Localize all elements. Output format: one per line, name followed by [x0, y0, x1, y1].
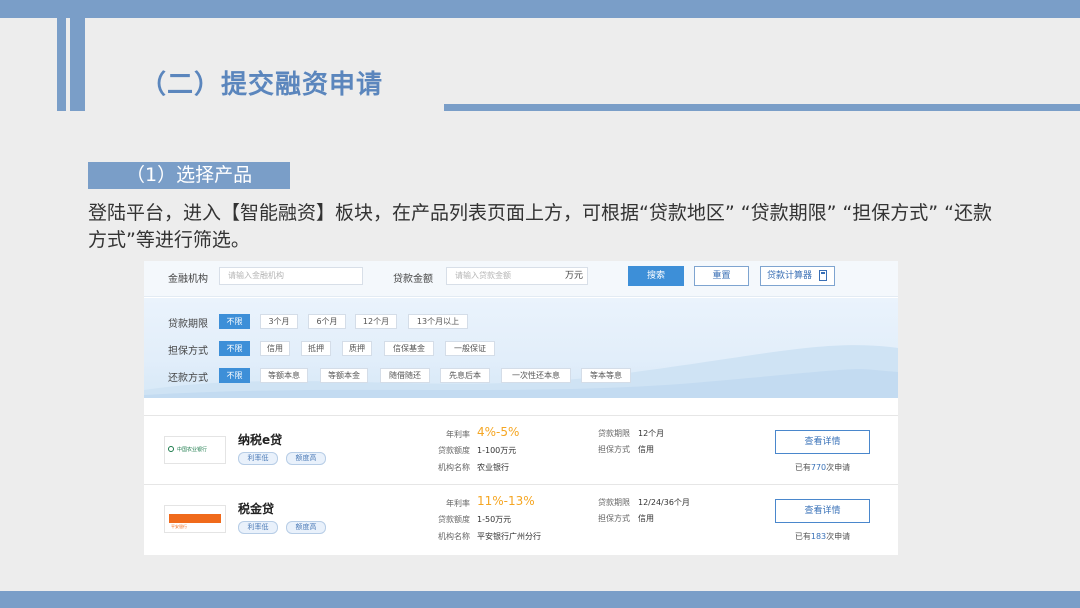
repayment-option[interactable]: 等额本金 — [320, 368, 368, 383]
repayment-option[interactable]: 随借随还 — [380, 368, 430, 383]
calculator-icon — [819, 270, 827, 281]
guarantee-option[interactable]: 不限 — [219, 341, 250, 356]
title-decor-stripe — [57, 18, 66, 111]
term-label: 贷款期限 — [598, 498, 630, 507]
top-decor-bar — [0, 0, 1080, 18]
bank-logo-text: 中国农业银行 — [177, 447, 208, 453]
filter-area: 贷款期限 不限 3个月 6个月 12个月 13个月以上 担保方式 不限 信用 抵… — [144, 298, 898, 398]
amount-value: 1-100万元 — [477, 446, 517, 455]
bank-logo: 中国农业银行 — [164, 436, 226, 464]
abc-logo-icon — [168, 446, 174, 452]
amount-placeholder: 请输入贷款金额 — [455, 271, 511, 280]
product-screenshot-panel: 金融机构 请输入金融机构 贷款金额 请输入贷款金额 万元 搜索 重置 贷款计算器… — [144, 261, 898, 555]
institution-input[interactable]: 请输入金融机构 — [219, 267, 363, 285]
term-option[interactable]: 6个月 — [308, 314, 346, 329]
product-tag: 利率低 — [238, 521, 278, 534]
guarantee-value: 信用 — [638, 514, 654, 523]
institution-label: 金融机构 — [168, 274, 208, 285]
org-value: 农业银行 — [477, 463, 509, 472]
title-underline — [444, 104, 1080, 111]
product-name: 纳税e贷 — [238, 433, 283, 447]
step-description: 登陆平台，进入【智能融资】板块，在产品列表页面上方，可根据“贷款地区” “贷款期… — [88, 202, 993, 251]
guarantee-option[interactable]: 抵押 — [301, 341, 331, 356]
amount-input[interactable]: 请输入贷款金额 万元 — [446, 267, 588, 285]
product-tag: 额度高 — [286, 452, 326, 465]
repayment-option[interactable]: 一次性还本息 — [501, 368, 571, 383]
bank-logo-text: 平安银行 — [171, 524, 187, 529]
guarantee-label: 担保方式 — [598, 445, 630, 454]
org-label: 机构名称 — [438, 463, 470, 472]
applied-prefix: 已有 — [794, 532, 811, 541]
applied-number: 770 — [810, 463, 827, 472]
amount-unit: 万元 — [564, 271, 583, 281]
guarantee-option[interactable]: 信保基金 — [384, 341, 434, 356]
bank-logo: 平安银行 — [164, 505, 226, 533]
product-name: 税金贷 — [238, 502, 275, 516]
term-value: 12个月 — [638, 429, 665, 438]
term-label: 贷款期限 — [598, 429, 630, 438]
product-tag: 额度高 — [286, 521, 326, 534]
guarantee-option[interactable]: 信用 — [260, 341, 290, 356]
repayment-option[interactable]: 先息后本 — [440, 368, 490, 383]
amount-label: 贷款额度 — [438, 515, 470, 524]
term-option[interactable]: 12个月 — [355, 314, 397, 329]
rate-label: 年利率 — [446, 430, 470, 439]
pingan-logo-icon — [169, 514, 221, 523]
amount-label: 贷款额度 — [438, 446, 470, 455]
repayment-option[interactable]: 等额本息 — [260, 368, 308, 383]
repayment-option[interactable]: 不限 — [219, 368, 250, 383]
calculator-label: 贷款计算器 — [767, 271, 813, 281]
rate-label: 年利率 — [446, 499, 470, 508]
applied-prefix: 已有 — [794, 463, 811, 472]
product-tag: 利率低 — [238, 452, 278, 465]
product-card: 中国农业银行 纳税e贷 利率低 额度高 年利率 4%-5% 贷款额度 1-100… — [144, 415, 898, 483]
view-detail-button[interactable]: 查看详情 — [775, 499, 870, 523]
bottom-decor-bar — [0, 591, 1080, 608]
calculator-button[interactable]: 贷款计算器 — [760, 266, 835, 286]
view-detail-button[interactable]: 查看详情 — [775, 430, 870, 454]
search-button[interactable]: 搜索 — [628, 266, 684, 286]
guarantee-filter-label: 担保方式 — [168, 346, 208, 357]
rate-value: 4%-5% — [477, 425, 520, 439]
product-card: 平安银行 税金贷 利率低 额度高 年利率 11%-13% 贷款额度 1-50万元… — [144, 484, 898, 552]
term-value: 12/24/36个月 — [638, 498, 690, 507]
guarantee-option[interactable]: 一般保证 — [445, 341, 495, 356]
slide-title: （二）提交融资申请 — [140, 70, 384, 100]
org-value: 平安银行广州分行 — [477, 532, 541, 541]
title-decor-stripe — [70, 18, 85, 111]
term-option[interactable]: 3个月 — [260, 314, 298, 329]
applied-suffix: 次申请 — [826, 463, 851, 472]
reset-button[interactable]: 重置 — [694, 266, 749, 286]
background-wave — [144, 345, 898, 398]
search-bar: 金融机构 请输入金融机构 贷款金额 请输入贷款金额 万元 搜索 重置 贷款计算器 — [144, 261, 898, 297]
term-filter-label: 贷款期限 — [168, 319, 208, 330]
amount-label: 贷款金额 — [393, 274, 433, 285]
applied-number: 183 — [810, 532, 827, 541]
applied-count: 已有183次申请 — [775, 531, 870, 542]
repayment-option[interactable]: 等本等息 — [581, 368, 631, 383]
guarantee-value: 信用 — [638, 445, 654, 454]
rate-value: 11%-13% — [477, 494, 535, 508]
applied-suffix: 次申请 — [826, 532, 851, 541]
guarantee-option[interactable]: 质押 — [342, 341, 372, 356]
step-label: （1）选择产品 — [88, 162, 290, 189]
term-option[interactable]: 13个月以上 — [408, 314, 468, 329]
guarantee-label: 担保方式 — [598, 514, 630, 523]
org-label: 机构名称 — [438, 532, 470, 541]
repayment-filter-label: 还款方式 — [168, 373, 208, 384]
applied-count: 已有770次申请 — [775, 462, 870, 473]
term-option[interactable]: 不限 — [219, 314, 250, 329]
amount-value: 1-50万元 — [477, 515, 512, 524]
